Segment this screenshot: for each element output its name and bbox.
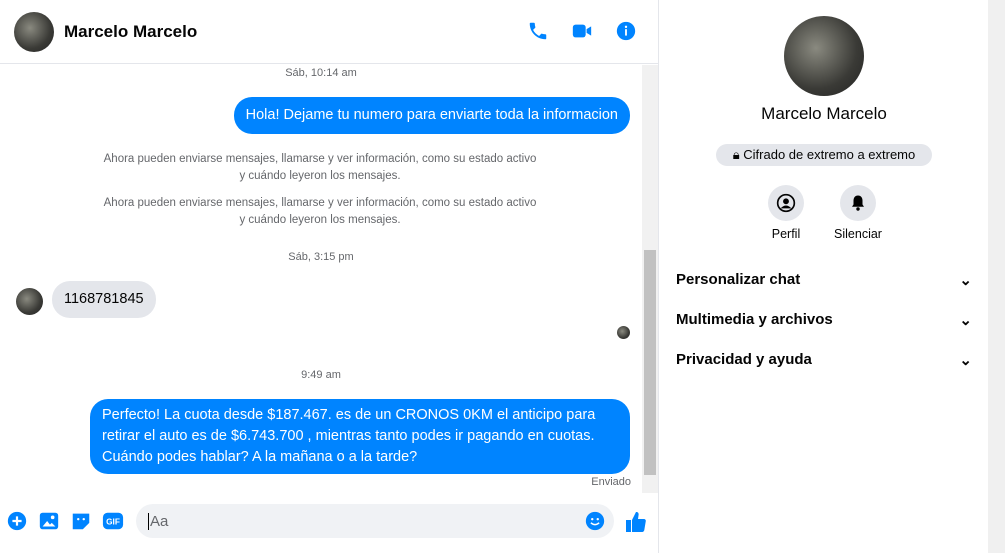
chat-header: Marcelo Marcelo bbox=[0, 0, 659, 64]
timestamp: Sáb, 10:14 am bbox=[285, 67, 357, 79]
bell-icon bbox=[852, 195, 864, 211]
chevron-down-icon: ⌄ bbox=[959, 352, 972, 369]
contact-name[interactable]: Marcelo Marcelo bbox=[64, 22, 197, 42]
encryption-label: Cifrado de extremo a extremo bbox=[743, 147, 916, 162]
mute-label: Silenciar bbox=[834, 227, 882, 241]
section-label: Personalizar chat bbox=[676, 271, 801, 288]
section-customize-chat[interactable]: Personalizar chat ⌄ bbox=[676, 271, 972, 289]
video-call-icon[interactable] bbox=[571, 20, 593, 42]
received-message[interactable]: 1168781845 bbox=[52, 281, 156, 318]
chevron-down-icon: ⌄ bbox=[959, 272, 972, 289]
lock-icon: 🔒︎ bbox=[732, 147, 740, 162]
profile-icon bbox=[776, 193, 796, 213]
message-input-placeholder: Aa bbox=[148, 513, 169, 530]
composer: GIF Aa bbox=[0, 500, 659, 544]
section-label: Multimedia y archivos bbox=[676, 311, 833, 328]
gif-icon[interactable]: GIF bbox=[102, 510, 124, 532]
contact-avatar-small bbox=[16, 288, 43, 315]
group-avatar[interactable] bbox=[784, 16, 864, 96]
system-message: Ahora pueden enviarse mensajes, llamarse… bbox=[103, 153, 537, 182]
section-media-files[interactable]: Multimedia y archivos ⌄ bbox=[676, 311, 972, 329]
svg-text:GIF: GIF bbox=[106, 518, 120, 527]
sent-message[interactable]: Hola! Dejame tu numero para enviarte tod… bbox=[233, 97, 630, 134]
plus-icon[interactable] bbox=[6, 510, 28, 532]
contact-avatar[interactable] bbox=[14, 11, 54, 52]
sent-message[interactable]: Perfecto! La cuota desde $187.467. es de… bbox=[90, 399, 630, 474]
emoji-icon[interactable] bbox=[584, 510, 606, 532]
section-label: Privacidad y ayuda bbox=[676, 351, 812, 368]
read-receipt-avatar bbox=[617, 326, 630, 339]
chat-pane: Marcelo Marcelo Sáb, 10:14 am Hola! Deja… bbox=[0, 0, 659, 553]
message-input[interactable]: Aa bbox=[136, 504, 614, 538]
image-icon[interactable] bbox=[38, 510, 60, 532]
profile-button[interactable]: Perfil bbox=[751, 185, 821, 241]
chevron-down-icon: ⌄ bbox=[959, 312, 972, 329]
panel-scrollbar[interactable] bbox=[988, 0, 1005, 553]
sticker-icon[interactable] bbox=[70, 510, 92, 532]
panel-contact-name: Marcelo Marcelo bbox=[761, 104, 887, 123]
message-list: Sáb, 10:14 am Hola! Dejame tu numero par… bbox=[0, 65, 642, 493]
system-message: Ahora pueden enviarse mensajes, llamarse… bbox=[103, 197, 537, 226]
message-status: Enviado bbox=[591, 476, 631, 488]
message-scrollbar[interactable] bbox=[642, 65, 658, 493]
conversation-info-panel: Marcelo Marcelo 🔒︎ Cifrado de extremo a … bbox=[660, 0, 988, 553]
section-privacy-help[interactable]: Privacidad y ayuda ⌄ bbox=[676, 351, 972, 369]
profile-label: Perfil bbox=[771, 227, 801, 241]
timestamp: 9:49 am bbox=[301, 369, 341, 381]
timestamp: Sáb, 3:15 pm bbox=[288, 251, 354, 263]
encryption-badge[interactable]: 🔒︎ Cifrado de extremo a extremo bbox=[716, 144, 932, 166]
mute-button[interactable]: Silenciar bbox=[823, 185, 893, 241]
like-icon[interactable] bbox=[624, 510, 648, 534]
phone-icon[interactable] bbox=[527, 20, 549, 42]
info-icon[interactable] bbox=[615, 20, 637, 42]
